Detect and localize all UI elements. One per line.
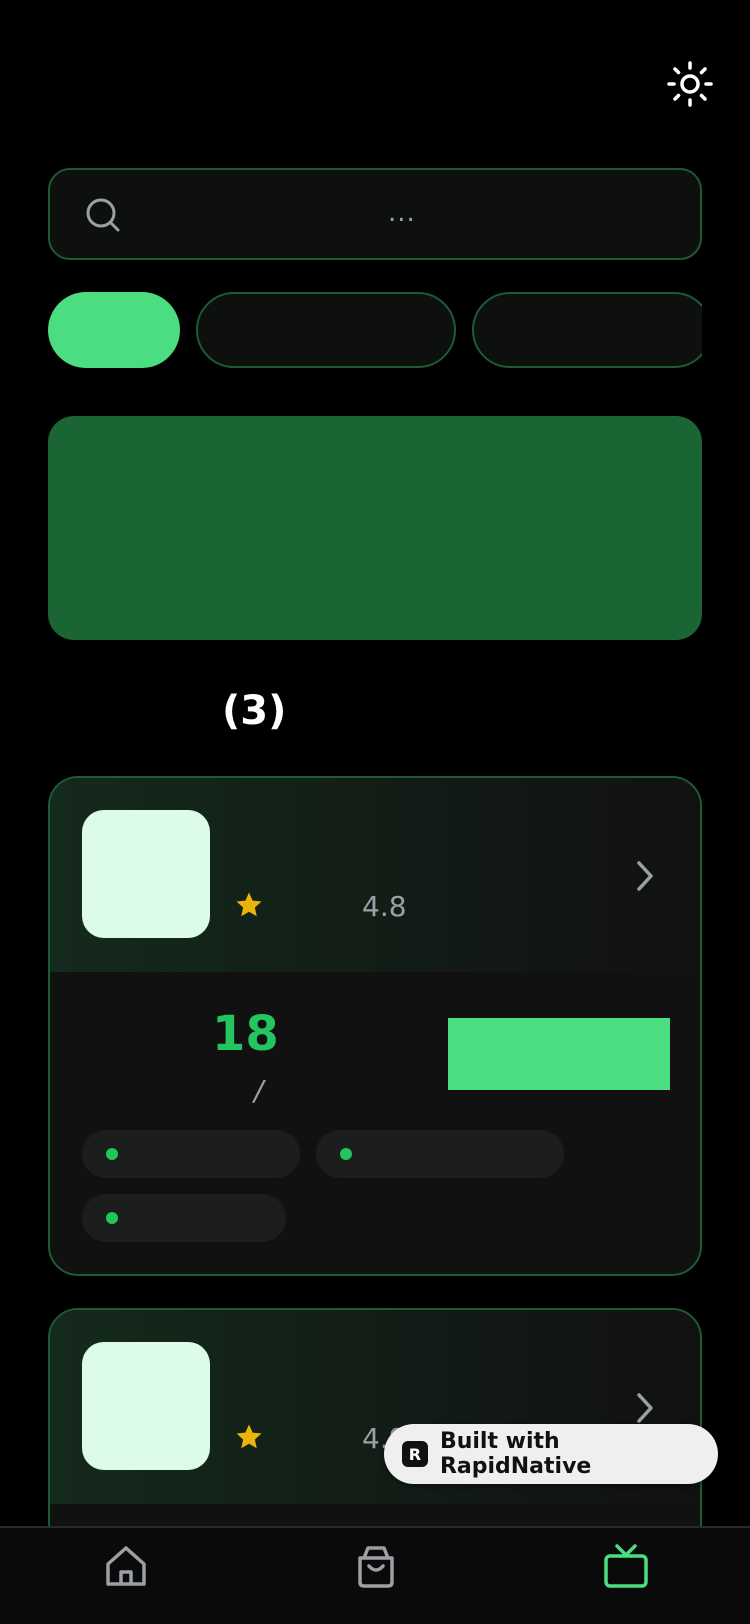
sun-icon — [667, 61, 713, 107]
filter-chips-row — [0, 280, 702, 380]
book-button[interactable] — [448, 1018, 670, 1090]
status-dot — [106, 1212, 118, 1224]
theme-toggle-button[interactable] — [664, 58, 716, 110]
product-card[interactable]: 4.8 18 / — [48, 776, 702, 1276]
search-input[interactable]: ... — [48, 168, 702, 260]
filter-chip[interactable] — [472, 292, 702, 368]
search-placeholder: ... — [388, 198, 416, 228]
built-with-badge[interactable]: R Built with RapidNative — [384, 1424, 718, 1484]
shopping-bag-icon[interactable] — [352, 1542, 400, 1590]
product-thumbnail — [82, 810, 210, 938]
filter-chip[interactable] — [196, 292, 456, 368]
filter-chip-active[interactable] — [48, 292, 180, 368]
product-thumbnail — [82, 1342, 210, 1470]
star-icon — [236, 1424, 262, 1449]
status-dot — [340, 1148, 352, 1160]
badge-label: Built with RapidNative — [439, 1429, 592, 1479]
home-icon[interactable] — [102, 1542, 150, 1590]
price-value: 18 — [212, 1006, 279, 1062]
section-count: (3) — [222, 688, 287, 734]
chevron-right-icon[interactable] — [630, 1390, 660, 1426]
promo-banner[interactable] — [48, 416, 702, 640]
tv-icon[interactable] — [602, 1542, 650, 1590]
search-icon — [86, 198, 120, 232]
status-dot — [106, 1148, 118, 1160]
star-icon — [236, 892, 262, 917]
chevron-right-icon[interactable] — [630, 858, 660, 894]
price-separator: / — [254, 1074, 264, 1107]
feature-tag — [82, 1130, 300, 1178]
rapidnative-logo-icon: R — [402, 1441, 428, 1467]
rating-value: 4.8 — [362, 890, 407, 923]
feature-tag — [316, 1130, 564, 1178]
bottom-tab-bar — [0, 1526, 750, 1624]
feature-tag — [82, 1194, 286, 1242]
